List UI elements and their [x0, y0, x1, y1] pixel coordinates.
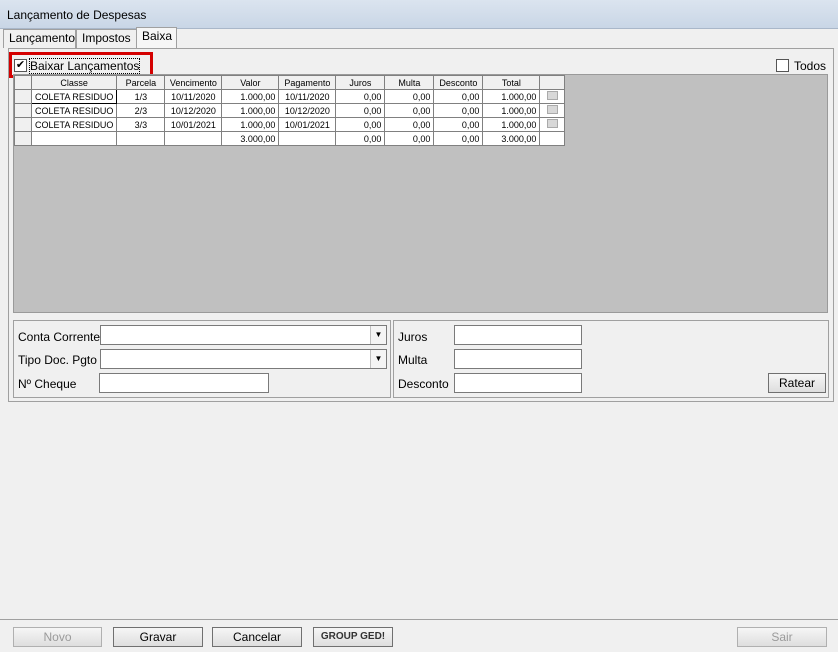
cheque-label: Nº Cheque — [18, 377, 77, 391]
column-header[interactable]: Valor — [221, 75, 280, 90]
lancamentos-grid-area: Classe Parcela Vencimento Valor Pagament… — [13, 74, 828, 313]
todos-checkbox[interactable] — [776, 59, 789, 72]
table-cell[interactable]: 1.000,00 — [482, 103, 541, 118]
table-cell[interactable]: 0,00 — [384, 103, 435, 118]
novo-button[interactable]: Novo — [13, 627, 102, 647]
multa-input[interactable] — [454, 349, 582, 369]
row-action-button[interactable] — [539, 103, 566, 118]
lancamentos-grid: Classe Parcela Vencimento Valor Pagament… — [14, 75, 566, 146]
baixar-lancamentos-checkbox[interactable]: ✔ — [14, 59, 27, 72]
total-cell: 0,00 — [433, 131, 484, 146]
table-cell[interactable]: 0,00 — [384, 89, 435, 104]
table-cell[interactable]: 1/3 — [116, 89, 166, 104]
total-cell: 3.000,00 — [482, 131, 541, 146]
column-header[interactable]: Desconto — [433, 75, 484, 90]
table-row[interactable]: COLETA RESIDUO 1/3 10/11/2020 1.000,00 1… — [14, 89, 566, 104]
todos-label[interactable]: Todos — [794, 59, 826, 73]
chevron-down-icon[interactable]: ▼ — [370, 350, 386, 368]
total-cell: 0,00 — [335, 131, 386, 146]
adjustments-group: Juros Multa Desconto Ratear — [393, 320, 829, 398]
footer-toolbar: Novo Gravar Cancelar GROUP GED! Sair — [0, 619, 838, 652]
table-cell[interactable]: 1.000,00 — [221, 103, 280, 118]
table-cell[interactable]: 0,00 — [384, 117, 435, 132]
table-cell[interactable]: 0,00 — [433, 103, 484, 118]
tipo-doc-select[interactable]: ▼ — [100, 349, 387, 369]
juros-input[interactable] — [454, 325, 582, 345]
grid-header-row: Classe Parcela Vencimento Valor Pagament… — [14, 75, 566, 90]
tipo-doc-label: Tipo Doc. Pgto — [18, 353, 97, 367]
table-cell[interactable]: 3/3 — [116, 117, 166, 132]
table-cell[interactable]: 0,00 — [335, 103, 386, 118]
window-title: Lançamento de Despesas — [7, 8, 147, 22]
table-cell[interactable]: 2/3 — [116, 103, 166, 118]
group-ged-logo: GROUP GED! — [320, 631, 386, 642]
table-row[interactable]: COLETA RESIDUO 3/3 10/01/2021 1.000,00 1… — [14, 117, 566, 132]
total-cell: 3.000,00 — [221, 131, 280, 146]
table-row[interactable]: COLETA RESIDUO 2/3 10/12/2020 1.000,00 1… — [14, 103, 566, 118]
row-action-button[interactable] — [539, 117, 566, 132]
tab-impostos[interactable]: Impostos — [76, 29, 137, 48]
tab-lancamento[interactable]: Lançamento — [3, 29, 76, 48]
row-action-button[interactable] — [539, 89, 566, 104]
ratear-button[interactable]: Ratear — [768, 373, 826, 393]
sair-button[interactable]: Sair — [737, 627, 827, 647]
table-cell[interactable]: 0,00 — [433, 117, 484, 132]
table-cell[interactable]: 1.000,00 — [221, 117, 280, 132]
baixa-panel: ✔ Baixar Lançamentos Todos Classe Parcel… — [8, 48, 834, 402]
table-cell[interactable]: 0,00 — [335, 89, 386, 104]
grid-corner — [14, 75, 32, 90]
column-header[interactable]: Total — [482, 75, 541, 90]
row-selector[interactable] — [14, 117, 32, 132]
table-cell[interactable]: 10/11/2020 — [164, 89, 223, 104]
table-cell[interactable]: 10/01/2021 — [164, 117, 223, 132]
column-header-blank — [539, 75, 566, 90]
juros-label: Juros — [398, 330, 428, 344]
table-cell[interactable]: 10/01/2021 — [278, 117, 337, 132]
table-cell[interactable]: 10/12/2020 — [278, 103, 337, 118]
conta-corrente-select[interactable]: ▼ — [100, 325, 387, 345]
table-cell[interactable]: COLETA RESIDUO — [30, 89, 118, 104]
totals-row: 3.000,00 0,00 0,00 0,00 3.000,00 — [14, 131, 566, 146]
window-titlebar: Lançamento de Despesas — [0, 0, 838, 29]
table-cell[interactable]: 10/11/2020 — [278, 89, 337, 104]
table-cell[interactable]: COLETA RESIDUO — [30, 103, 118, 118]
group-ged-button[interactable]: GROUP GED! — [313, 627, 393, 647]
tab-baixa[interactable]: Baixa — [136, 27, 177, 48]
column-header[interactable]: Multa — [384, 75, 435, 90]
gravar-button[interactable]: Gravar — [113, 627, 203, 647]
desconto-input[interactable] — [454, 373, 582, 393]
table-cell[interactable]: 1.000,00 — [482, 89, 541, 104]
table-cell[interactable]: 10/12/2020 — [164, 103, 223, 118]
cheque-input[interactable] — [99, 373, 269, 393]
table-cell[interactable]: 1.000,00 — [221, 89, 280, 104]
baixar-lancamentos-label[interactable]: Baixar Lançamentos — [28, 58, 141, 74]
table-cell[interactable]: 1.000,00 — [482, 117, 541, 132]
total-cell — [30, 131, 118, 146]
column-header[interactable]: Vencimento — [164, 75, 223, 90]
row-selector[interactable] — [14, 103, 32, 118]
row-selector[interactable] — [14, 89, 32, 104]
desconto-label: Desconto — [398, 377, 449, 391]
total-cell — [278, 131, 337, 146]
table-cell[interactable]: COLETA RESIDUO — [30, 117, 118, 132]
total-cell — [116, 131, 166, 146]
total-cell — [164, 131, 223, 146]
conta-corrente-label: Conta Corrente — [18, 330, 101, 344]
column-header[interactable]: Classe — [30, 75, 118, 90]
chevron-down-icon[interactable]: ▼ — [370, 326, 386, 344]
table-cell[interactable]: 0,00 — [433, 89, 484, 104]
total-cell: 0,00 — [384, 131, 435, 146]
row-selector[interactable] — [14, 131, 32, 146]
column-header[interactable]: Pagamento — [278, 75, 337, 90]
table-cell[interactable]: 0,00 — [335, 117, 386, 132]
payment-account-group: Conta Corrente ▼ Tipo Doc. Pgto ▼ Nº Che… — [13, 320, 391, 398]
column-header[interactable]: Parcela — [116, 75, 166, 90]
multa-label: Multa — [398, 353, 428, 367]
cancelar-button[interactable]: Cancelar — [212, 627, 302, 647]
total-cell-blank — [539, 131, 566, 146]
column-header[interactable]: Juros — [335, 75, 386, 90]
